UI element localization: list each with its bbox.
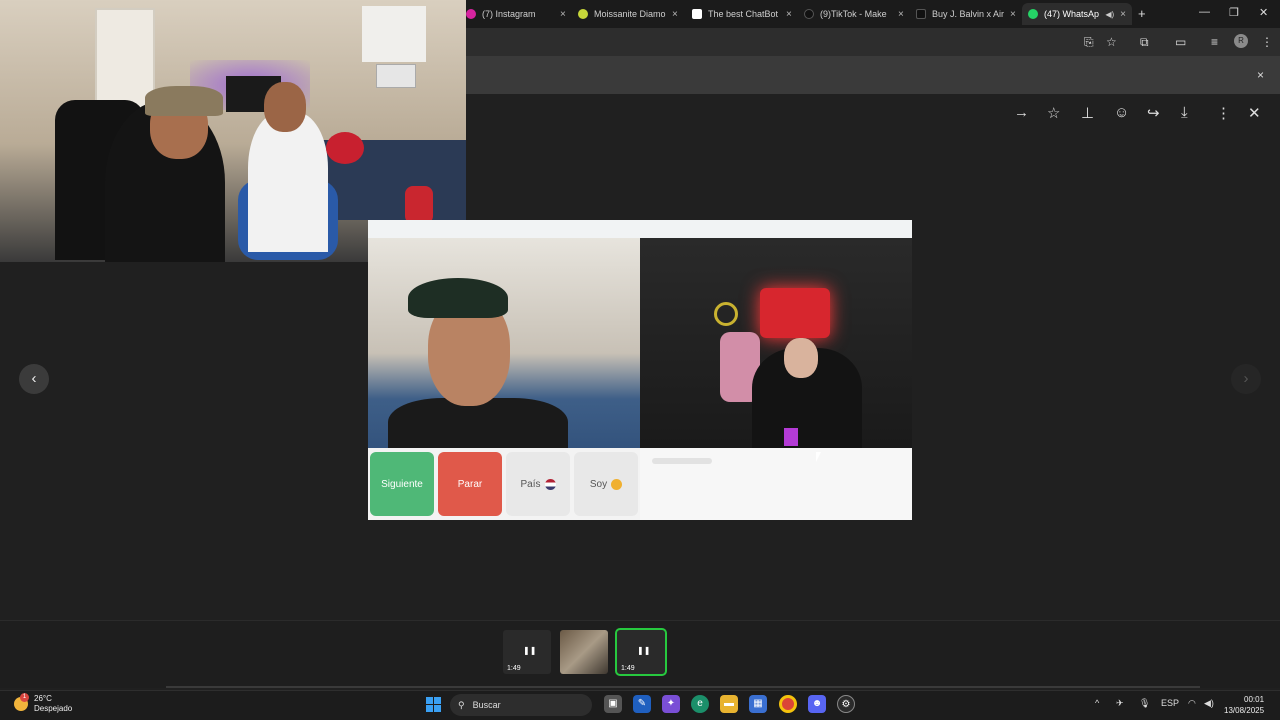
chat-panel — [640, 448, 912, 520]
chat-message — [652, 458, 712, 464]
extensions-icon[interactable]: ⧉ — [1140, 35, 1149, 50]
emoji-icon[interactable]: ☺ — [1114, 104, 1129, 121]
screen: (7) Instagram × Moissanite Diamo × The b… — [0, 0, 1280, 720]
infobar-close-icon[interactable]: × — [1257, 68, 1264, 82]
download-icon[interactable]: ⤓ — [1181, 104, 1188, 121]
inner-taskbar — [368, 520, 912, 530]
close-icon[interactable]: × — [1010, 9, 1016, 20]
sun-icon: 1 — [14, 693, 29, 711]
search-placeholder: Buscar — [472, 700, 501, 710]
weather-desc: Despejado — [34, 704, 73, 713]
next-media-button[interactable]: › — [1231, 364, 1261, 394]
discord-icon[interactable]: ☻ — [808, 695, 826, 713]
thumbnail-video-1[interactable]: ❚❚ 1:49 — [503, 630, 551, 674]
system-clock[interactable]: 00:01 13/08/2025 — [1224, 694, 1264, 716]
steam-icon[interactable]: ⚙ — [837, 695, 855, 713]
us-flag-icon — [544, 478, 556, 490]
task-view-icon[interactable]: ▣ — [604, 695, 622, 713]
tab-jbalvin[interactable]: Buy J. Balvin x Air × — [910, 3, 1022, 25]
minimize-icon[interactable]: — — [1199, 6, 1210, 18]
chatbot-icon — [692, 9, 702, 19]
windows-start-icon[interactable] — [426, 697, 441, 712]
restore-icon[interactable]: ❐ — [1229, 6, 1239, 19]
profile-avatar[interactable]: R — [1234, 34, 1248, 48]
weather-temp: 26°C — [34, 694, 52, 703]
install-app-icon[interactable]: ⎘ — [1084, 35, 1094, 50]
thumbnail-video-2[interactable]: ❚❚ 1:49 — [615, 628, 667, 676]
store-icon — [916, 9, 926, 19]
close-icon[interactable]: × — [560, 9, 566, 20]
chrome-icon[interactable] — [779, 695, 797, 713]
tray-app-icon[interactable]: ✈ — [1116, 698, 1124, 709]
close-icon[interactable]: × — [898, 9, 904, 20]
store-icon[interactable]: ▦ — [749, 695, 767, 713]
pause-icon: ❚❚ — [637, 646, 651, 655]
wifi-icon[interactable]: ◠ — [1188, 698, 1196, 709]
edit-app-icon[interactable]: ✎ — [633, 695, 651, 713]
video-frame[interactable]: Siguiente Parar País Soy — [368, 220, 912, 530]
taskbar-search[interactable]: ⚲ Buscar — [450, 694, 592, 716]
search-icon: ⚲ — [458, 699, 465, 710]
chat-controls: Siguiente Parar País Soy — [368, 448, 640, 520]
bookmark-star-icon[interactable]: ☆ — [1106, 35, 1117, 49]
tab-instagram[interactable]: (7) Instagram × — [460, 3, 572, 25]
share-icon[interactable]: ↪ — [1147, 104, 1160, 122]
thumbnail-image[interactable] — [560, 630, 608, 674]
volume-icon[interactable]: ◀) — [1204, 698, 1214, 709]
edge-icon[interactable]: e — [691, 695, 709, 713]
star-icon[interactable]: ☆ — [1047, 104, 1060, 122]
tray-chevron-icon[interactable]: ^ — [1095, 698, 1099, 708]
stop-button[interactable]: Parar — [438, 452, 502, 516]
right-camera-feed — [640, 238, 912, 448]
tab-moissanite[interactable]: Moissanite Diamo × — [572, 3, 684, 25]
tab-whatsapp[interactable]: (47) WhatsApp ◀) × — [1022, 3, 1132, 25]
language-indicator[interactable]: ESP — [1161, 698, 1179, 708]
close-icon[interactable]: × — [672, 9, 678, 20]
tab-chatbot[interactable]: The best ChatBot × — [686, 3, 798, 25]
pin-icon[interactable]: ⊥ — [1081, 104, 1094, 122]
left-camera-feed — [368, 238, 640, 468]
close-icon[interactable]: × — [786, 9, 792, 20]
close-icon[interactable]: ✕ — [1248, 104, 1261, 122]
weather-widget[interactable]: 1 26°C Despejado — [14, 693, 73, 714]
more-icon[interactable]: ⋮ — [1216, 104, 1231, 122]
forward-icon[interactable]: → — [1014, 104, 1029, 121]
pause-icon: ❚❚ — [523, 646, 537, 655]
side-panel-icon[interactable]: ▭ — [1175, 35, 1186, 49]
tiktok-icon — [804, 9, 814, 19]
scroll-track — [166, 686, 1200, 688]
notification-badge: 1 — [20, 693, 29, 702]
window-close-icon[interactable]: ✕ — [1259, 6, 1268, 19]
gender-button[interactable]: Soy — [574, 452, 638, 516]
next-button[interactable]: Siguiente — [370, 452, 434, 516]
previous-media-button[interactable]: ‹ — [19, 364, 49, 394]
site-icon — [578, 9, 588, 19]
media-controls-icon[interactable]: ≡ — [1211, 35, 1218, 49]
microphone-icon[interactable]: 🎙 — [1139, 698, 1150, 709]
browser-menu-icon[interactable]: ⋮ — [1261, 35, 1273, 49]
new-tab-button[interactable]: + — [1138, 6, 1146, 21]
inner-browser-bar — [368, 220, 912, 238]
mouse-cursor — [816, 452, 821, 462]
speaker-icon[interactable]: ◀) — [1105, 10, 1114, 19]
country-button[interactable]: País — [506, 452, 570, 516]
file-explorer-icon[interactable]: ▬ — [720, 695, 738, 713]
copilot-icon[interactable]: ✦ — [662, 695, 680, 713]
close-icon[interactable]: × — [1120, 9, 1126, 20]
instagram-icon — [466, 9, 476, 19]
tab-tiktok[interactable]: (9)TikTok - Make × — [798, 3, 910, 25]
whatsapp-icon — [1028, 9, 1038, 19]
face-emoji-icon — [611, 478, 623, 490]
